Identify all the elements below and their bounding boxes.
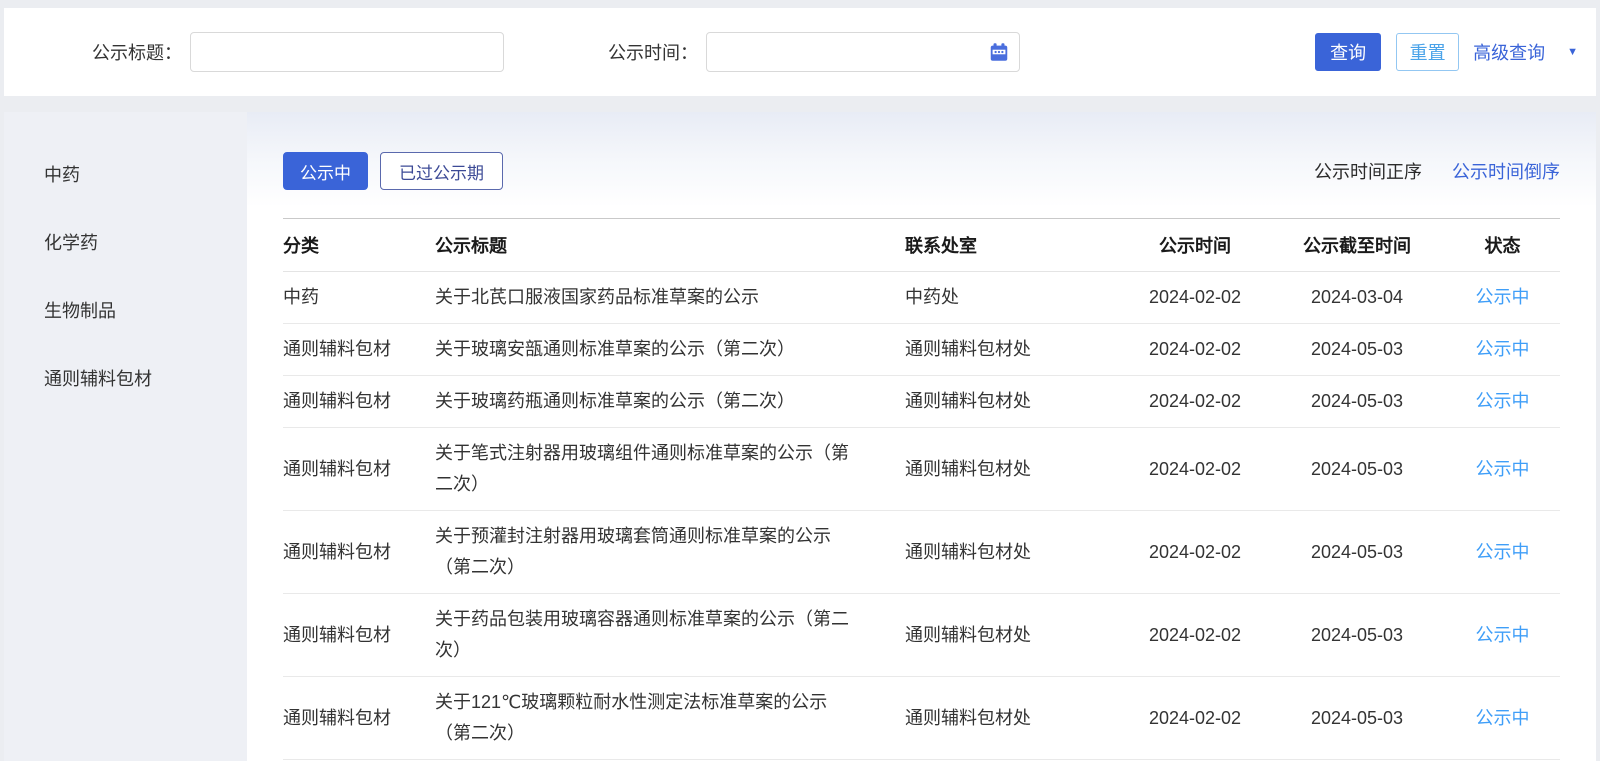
cell-end-date: 2024-03-04 bbox=[1269, 272, 1445, 324]
header-end-date: 公示截至时间 bbox=[1269, 219, 1445, 272]
cell-department: 通则辅料包材处 bbox=[905, 594, 1121, 677]
cell-department: 通则辅料包材处 bbox=[905, 511, 1121, 594]
cell-end-date: 2024-05-03 bbox=[1269, 376, 1445, 428]
cell-publish-date: 2024-02-02 bbox=[1121, 428, 1269, 511]
cell-end-date: 2024-05-03 bbox=[1269, 324, 1445, 376]
cell-status: 公示中 bbox=[1445, 324, 1560, 376]
table-row: 通则辅料包材关于笔式注射器用玻璃组件通则标准草案的公示（第二次）通则辅料包材处2… bbox=[283, 428, 1560, 511]
cell-title: 关于预灌封注射器用玻璃套筒通则标准草案的公示（第二次） bbox=[435, 511, 905, 594]
cell-department: 通则辅料包材处 bbox=[905, 376, 1121, 428]
cell-category: 通则辅料包材 bbox=[283, 324, 435, 376]
cell-category: 通则辅料包材 bbox=[283, 428, 435, 511]
header-publish-date: 公示时间 bbox=[1121, 219, 1269, 272]
search-button[interactable]: 查询 bbox=[1315, 33, 1381, 71]
title-filter: 公示标题： bbox=[4, 32, 504, 72]
cell-publish-date: 2024-02-02 bbox=[1121, 376, 1269, 428]
calendar-icon[interactable] bbox=[988, 41, 1010, 63]
cell-status: 公示中 bbox=[1445, 511, 1560, 594]
cell-title: 关于笔式注射器用玻璃组件通则标准草案的公示（第二次） bbox=[435, 428, 905, 511]
notice-table: 分类 公示标题 联系处室 公示时间 公示截至时间 状态 中药关于北芪口服液国家药… bbox=[283, 218, 1560, 760]
table-row: 通则辅料包材关于玻璃安瓿通则标准草案的公示（第二次）通则辅料包材处2024-02… bbox=[283, 324, 1560, 376]
cell-publish-date: 2024-02-02 bbox=[1121, 677, 1269, 760]
filter-actions: 查询 重置 高级查询 ▼ bbox=[1315, 33, 1596, 71]
cell-department: 中药处 bbox=[905, 272, 1121, 324]
sidebar-item[interactable]: 化学药 bbox=[4, 208, 247, 276]
category-sidebar: 中药化学药生物制品通则辅料包材 bbox=[4, 112, 247, 761]
reset-button[interactable]: 重置 bbox=[1396, 33, 1459, 71]
sidebar-item[interactable]: 中药 bbox=[4, 140, 247, 208]
main-panel: 中药化学药生物制品通则辅料包材 公示中 已过公示期 公示时间正序 公示时间倒序 … bbox=[4, 112, 1596, 761]
cell-publish-date: 2024-02-02 bbox=[1121, 272, 1269, 324]
cell-category: 通则辅料包材 bbox=[283, 594, 435, 677]
status-link[interactable]: 公示中 bbox=[1476, 287, 1530, 307]
time-filter-input[interactable] bbox=[706, 32, 1020, 72]
cell-title: 关于北芪口服液国家药品标准草案的公示 bbox=[435, 272, 905, 324]
cell-department: 通则辅料包材处 bbox=[905, 677, 1121, 760]
cell-status: 公示中 bbox=[1445, 677, 1560, 760]
status-link[interactable]: 公示中 bbox=[1476, 391, 1530, 411]
table-row: 中药关于北芪口服液国家药品标准草案的公示中药处2024-02-022024-03… bbox=[283, 272, 1560, 324]
header-title: 公示标题 bbox=[435, 219, 905, 272]
cell-status: 公示中 bbox=[1445, 376, 1560, 428]
time-filter-field bbox=[706, 32, 1020, 72]
header-status: 状态 bbox=[1445, 219, 1560, 272]
advanced-search-link[interactable]: 高级查询 ▼ bbox=[1473, 39, 1578, 65]
header-category: 分类 bbox=[283, 219, 435, 272]
table-header-row: 分类 公示标题 联系处室 公示时间 公示截至时间 状态 bbox=[283, 219, 1560, 272]
cell-end-date: 2024-05-03 bbox=[1269, 428, 1445, 511]
title-filter-input[interactable] bbox=[190, 32, 504, 72]
tabs-row: 公示中 已过公示期 公示时间正序 公示时间倒序 bbox=[283, 152, 1560, 190]
cell-publish-date: 2024-02-02 bbox=[1121, 511, 1269, 594]
cell-status: 公示中 bbox=[1445, 272, 1560, 324]
table-row: 通则辅料包材关于预灌封注射器用玻璃套筒通则标准草案的公示（第二次）通则辅料包材处… bbox=[283, 511, 1560, 594]
sort-links: 公示时间正序 公示时间倒序 bbox=[1314, 158, 1560, 184]
sidebar-item[interactable]: 生物制品 bbox=[4, 276, 247, 344]
time-filter-label: 公示时间： bbox=[608, 39, 698, 65]
table-row: 通则辅料包材关于121℃玻璃颗粒耐水性测定法标准草案的公示（第二次）通则辅料包材… bbox=[283, 677, 1560, 760]
table-row: 通则辅料包材关于玻璃药瓶通则标准草案的公示（第二次）通则辅料包材处2024-02… bbox=[283, 376, 1560, 428]
status-link[interactable]: 公示中 bbox=[1476, 542, 1530, 562]
status-link[interactable]: 公示中 bbox=[1476, 708, 1530, 728]
cell-publish-date: 2024-02-02 bbox=[1121, 594, 1269, 677]
cell-title: 关于药品包装用玻璃容器通则标准草案的公示（第二次） bbox=[435, 594, 905, 677]
sidebar-item[interactable]: 通则辅料包材 bbox=[4, 344, 247, 412]
cell-end-date: 2024-05-03 bbox=[1269, 594, 1445, 677]
cell-title: 关于玻璃药瓶通则标准草案的公示（第二次） bbox=[435, 376, 905, 428]
cell-status: 公示中 bbox=[1445, 428, 1560, 511]
title-filter-label: 公示标题： bbox=[92, 39, 182, 65]
status-link[interactable]: 公示中 bbox=[1476, 625, 1530, 645]
tab-expired[interactable]: 已过公示期 bbox=[380, 152, 503, 190]
cell-title: 关于121℃玻璃颗粒耐水性测定法标准草案的公示（第二次） bbox=[435, 677, 905, 760]
time-filter: 公示时间： bbox=[504, 32, 1020, 72]
cell-title: 关于玻璃安瓿通则标准草案的公示（第二次） bbox=[435, 324, 905, 376]
cell-category: 通则辅料包材 bbox=[283, 677, 435, 760]
status-link[interactable]: 公示中 bbox=[1476, 339, 1530, 359]
advanced-search-label: 高级查询 bbox=[1473, 39, 1545, 65]
cell-department: 通则辅料包材处 bbox=[905, 428, 1121, 511]
sort-time-desc[interactable]: 公示时间倒序 bbox=[1452, 158, 1560, 184]
header-department: 联系处室 bbox=[905, 219, 1121, 272]
content-area: 公示中 已过公示期 公示时间正序 公示时间倒序 分类 公示标题 联系处室 公示时… bbox=[247, 112, 1596, 761]
table-body: 中药关于北芪口服液国家药品标准草案的公示中药处2024-02-022024-03… bbox=[283, 272, 1560, 760]
cell-category: 通则辅料包材 bbox=[283, 376, 435, 428]
cell-department: 通则辅料包材处 bbox=[905, 324, 1121, 376]
cell-status: 公示中 bbox=[1445, 594, 1560, 677]
sort-time-asc[interactable]: 公示时间正序 bbox=[1314, 158, 1422, 184]
cell-category: 通则辅料包材 bbox=[283, 511, 435, 594]
cell-end-date: 2024-05-03 bbox=[1269, 511, 1445, 594]
cell-end-date: 2024-05-03 bbox=[1269, 677, 1445, 760]
tab-in-notice[interactable]: 公示中 bbox=[283, 152, 368, 190]
table-row: 通则辅料包材关于药品包装用玻璃容器通则标准草案的公示（第二次）通则辅料包材处20… bbox=[283, 594, 1560, 677]
cell-category: 中药 bbox=[283, 272, 435, 324]
status-link[interactable]: 公示中 bbox=[1476, 459, 1530, 479]
chevron-down-icon: ▼ bbox=[1567, 46, 1578, 58]
filter-bar: 公示标题： 公示时间： 查询 重置 高级查询 ▼ bbox=[4, 8, 1596, 96]
cell-publish-date: 2024-02-02 bbox=[1121, 324, 1269, 376]
